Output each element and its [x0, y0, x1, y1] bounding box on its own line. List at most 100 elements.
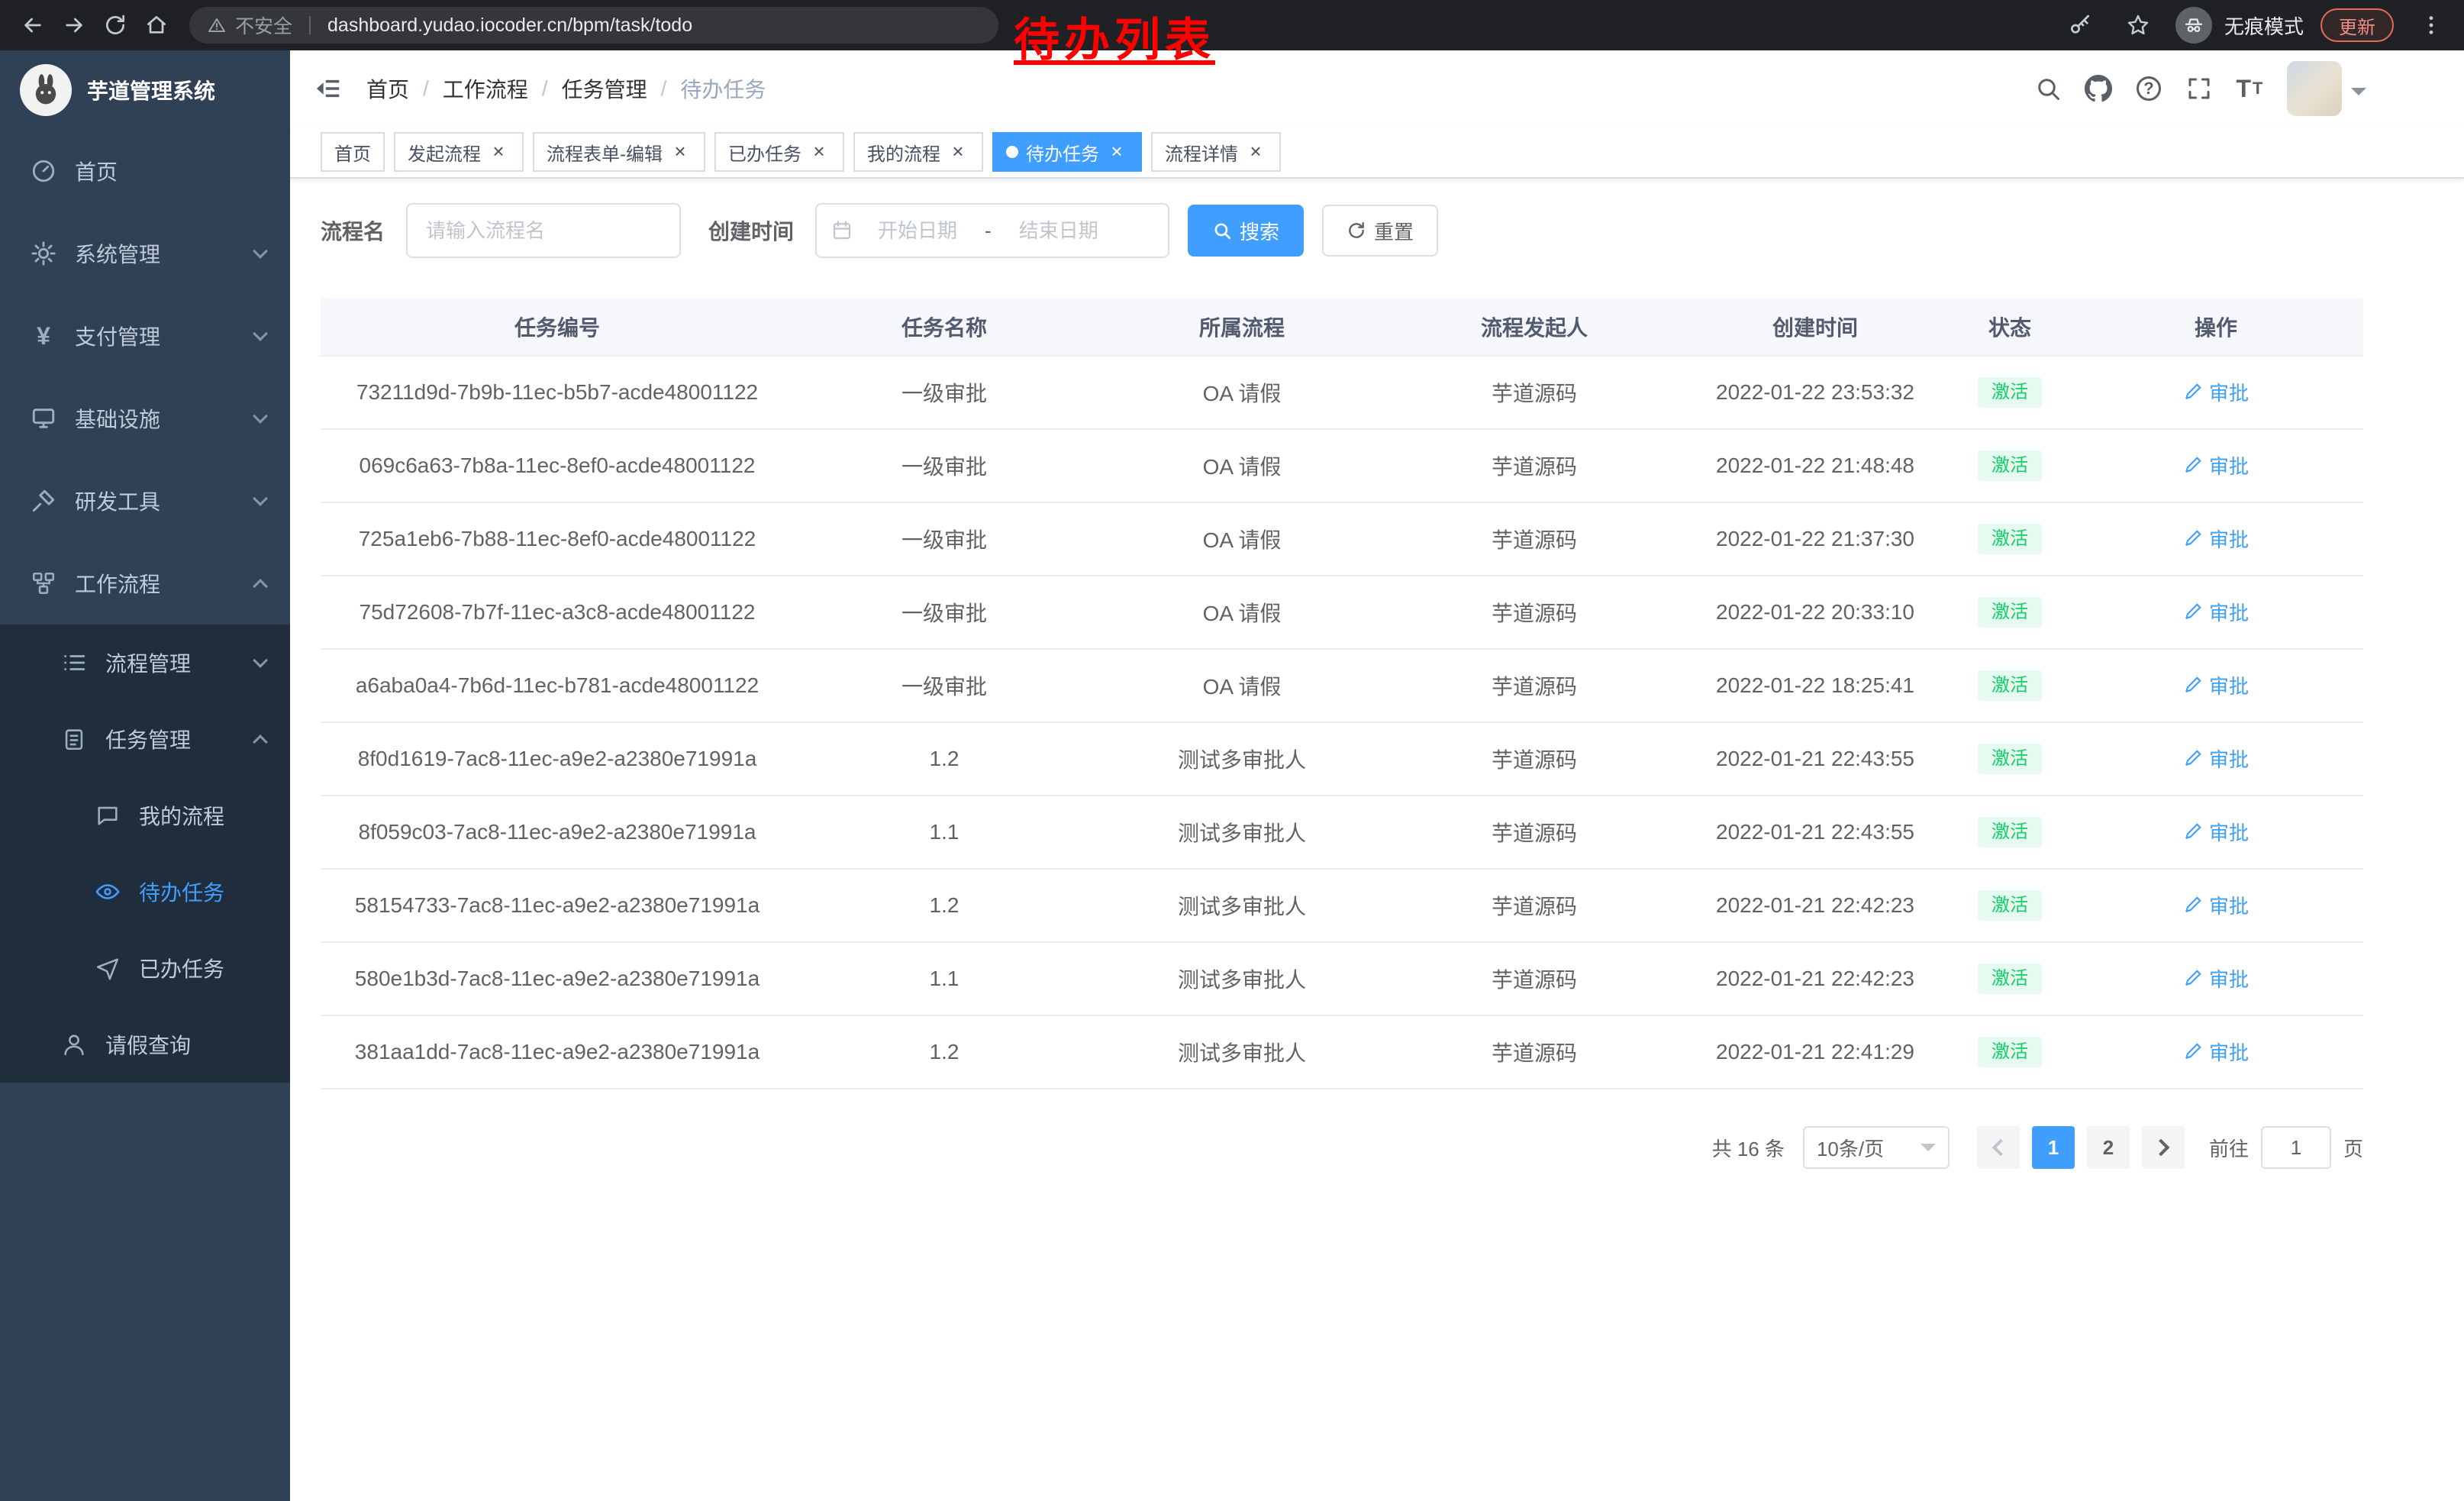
tab-todo-tasks[interactable]: 待办任务× — [992, 132, 1142, 172]
list-icon — [61, 650, 87, 676]
sidebar-item-done-tasks[interactable]: 已办任务 — [0, 930, 290, 1006]
cell-task-id: 069c6a63-7b8a-11ec-8ef0-acde48001122 — [321, 429, 794, 502]
end-date-input[interactable] — [995, 219, 1123, 243]
tab-form-edit[interactable]: 流程表单-编辑× — [533, 132, 705, 172]
fullscreen-icon[interactable] — [2174, 50, 2224, 127]
approve-link[interactable]: 审批 — [2183, 598, 2249, 626]
reload-icon[interactable] — [95, 5, 136, 46]
tab-done-tasks[interactable]: 已办任务× — [714, 132, 844, 172]
status-badge: 激活 — [1978, 377, 2042, 408]
cell-starter: 芋道源码 — [1389, 356, 1679, 429]
tab-home[interactable]: 首页 — [321, 132, 385, 172]
approve-link[interactable]: 审批 — [2183, 525, 2249, 553]
breadcrumb-separator: / — [542, 76, 548, 101]
cell-task-id: 58154733-7ac8-11ec-a9e2-a2380e71991a — [321, 869, 794, 942]
cell-create-time: 2022-01-22 21:48:48 — [1679, 429, 1951, 502]
sidebar-item-process-mgmt[interactable]: 流程管理 — [0, 625, 290, 701]
security-label[interactable]: 不安全 — [235, 11, 292, 39]
table-row: 381aa1dd-7ac8-11ec-a9e2-a2380e71991a 1.2… — [321, 1015, 2363, 1089]
cell-task-name: 一级审批 — [794, 429, 1095, 502]
cell-create-time: 2022-01-22 21:37:30 — [1679, 502, 1951, 576]
table-row: 58154733-7ac8-11ec-a9e2-a2380e71991a 1.2… — [321, 869, 2363, 942]
close-icon[interactable]: × — [1244, 140, 1267, 163]
incognito-indicator[interactable]: 无痕模式 — [2175, 7, 2304, 44]
start-date-input[interactable] — [853, 219, 982, 243]
cell-task-id: 75d72608-7b7f-11ec-a3c8-acde48001122 — [321, 576, 794, 649]
prev-page-button[interactable] — [1977, 1126, 2020, 1169]
cell-process: OA 请假 — [1095, 429, 1389, 502]
close-icon[interactable]: × — [947, 140, 969, 163]
font-size-icon[interactable]: TT — [2224, 50, 2275, 127]
sidebar-item-system[interactable]: 系统管理 — [0, 212, 290, 295]
close-icon[interactable]: × — [669, 140, 692, 163]
approve-link[interactable]: 审批 — [2183, 1038, 2249, 1066]
cell-starter: 芋道源码 — [1389, 429, 1679, 502]
send-icon — [95, 955, 121, 981]
back-icon[interactable] — [12, 5, 53, 46]
sidebar-item-task-mgmt[interactable]: 任务管理 — [0, 701, 290, 777]
table-row: 75d72608-7b7f-11ec-a3c8-acde48001122 一级审… — [321, 576, 2363, 649]
breadcrumb-task-mgmt[interactable]: 任务管理 — [562, 73, 647, 104]
breadcrumb-workflow[interactable]: 工作流程 — [443, 73, 528, 104]
tool-icon — [31, 488, 56, 514]
approve-link[interactable]: 审批 — [2183, 891, 2249, 919]
cell-process: 测试多审批人 — [1095, 796, 1389, 869]
sidebar-item-payment[interactable]: ¥ 支付管理 — [0, 295, 290, 377]
close-icon[interactable]: × — [1105, 140, 1128, 163]
address-bar[interactable]: 不安全 dashboard.yudao.iocoder.cn/bpm/task/… — [189, 7, 998, 44]
app-logo[interactable]: 芋道管理系统 — [0, 50, 290, 130]
sidebar-item-infrastructure[interactable]: 基础设施 — [0, 377, 290, 460]
approve-link[interactable]: 审批 — [2183, 671, 2249, 699]
sidebar-item-my-process[interactable]: 我的流程 — [0, 777, 290, 854]
close-icon[interactable]: × — [808, 140, 830, 163]
cell-create-time: 2022-01-21 22:42:23 — [1679, 942, 1951, 1015]
status-badge: 激活 — [1978, 670, 2042, 701]
page-button-1[interactable]: 1 — [2032, 1126, 2075, 1169]
search-button[interactable]: 搜索 — [1188, 205, 1304, 257]
avatar[interactable] — [2287, 61, 2342, 116]
pagination: 共 16 条 10条/页 1 2 前往 页 — [321, 1126, 2363, 1169]
sidebar-item-todo-tasks[interactable]: 待办任务 — [0, 854, 290, 930]
reset-button[interactable]: 重置 — [1322, 205, 1438, 257]
edit-icon — [2183, 382, 2203, 402]
process-name-input[interactable] — [406, 203, 681, 258]
approve-link[interactable]: 审批 — [2183, 818, 2249, 846]
close-icon[interactable]: × — [487, 140, 510, 163]
next-page-button[interactable] — [2142, 1126, 2185, 1169]
caret-down-icon[interactable] — [2351, 88, 2366, 103]
monitor-icon — [31, 405, 56, 431]
goto-page-input[interactable] — [2261, 1126, 2331, 1169]
forward-icon[interactable] — [53, 5, 95, 46]
approve-link[interactable]: 审批 — [2183, 451, 2249, 479]
key-icon[interactable] — [2059, 5, 2101, 46]
page-button-2[interactable]: 2 — [2087, 1126, 2130, 1169]
cell-create-time: 2022-01-21 22:41:29 — [1679, 1015, 1951, 1089]
cell-process: OA 请假 — [1095, 576, 1389, 649]
update-button[interactable]: 更新 — [2320, 8, 2394, 42]
date-range-picker[interactable]: - — [815, 203, 1169, 258]
workflow-submenu: 流程管理 任务管理 我的流程 — [0, 625, 290, 1083]
help-icon[interactable]: ? — [2124, 50, 2174, 127]
col-actions: 操作 — [2069, 298, 2363, 356]
tab-my-process[interactable]: 我的流程× — [853, 132, 983, 172]
col-task-name: 任务名称 — [794, 298, 1095, 356]
breadcrumb-home[interactable]: 首页 — [366, 73, 409, 104]
url-text[interactable]: dashboard.yudao.iocoder.cn/bpm/task/todo — [327, 15, 692, 37]
sidebar-item-leave-query[interactable]: 请假查询 — [0, 1006, 290, 1083]
tab-create-process[interactable]: 发起流程× — [394, 132, 524, 172]
approve-link[interactable]: 审批 — [2183, 378, 2249, 406]
sidebar-collapse-icon[interactable] — [290, 50, 366, 127]
sidebar-item-devtools[interactable]: 研发工具 — [0, 460, 290, 542]
menu-dots-icon[interactable] — [2411, 5, 2452, 46]
sidebar-item-workflow[interactable]: 工作流程 — [0, 542, 290, 625]
approve-link[interactable]: 审批 — [2183, 744, 2249, 773]
user-icon — [61, 1031, 87, 1057]
home-icon[interactable] — [136, 5, 177, 46]
github-icon[interactable] — [2073, 50, 2124, 127]
tab-process-detail[interactable]: 流程详情× — [1151, 132, 1281, 172]
page-size-select[interactable]: 10条/页 — [1803, 1126, 1950, 1169]
search-icon[interactable] — [2023, 50, 2073, 127]
sidebar-item-home[interactable]: 首页 — [0, 130, 290, 212]
approve-link[interactable]: 审批 — [2183, 964, 2249, 993]
bookmark-star-icon[interactable] — [2117, 5, 2159, 46]
